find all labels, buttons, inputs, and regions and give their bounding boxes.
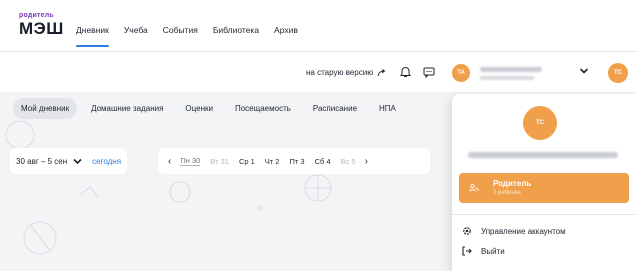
- nav-item-study[interactable]: Учеба: [124, 25, 148, 35]
- logout-label: Выйти: [481, 246, 505, 256]
- day-wednesday[interactable]: Ср 1: [239, 157, 255, 166]
- date-range-panel: 30 авг – 5 сен сегодня: [10, 148, 128, 174]
- manage-account-label: Управление аккаунтом: [481, 226, 566, 236]
- notifications-bell-icon[interactable]: [398, 65, 412, 79]
- date-range-select[interactable]: 30 авг – 5 сен: [16, 157, 82, 166]
- tab-npa[interactable]: НПА: [371, 98, 404, 119]
- nav-item-archive[interactable]: Архив: [274, 25, 298, 35]
- tab-schedule[interactable]: Расписание: [305, 98, 365, 119]
- main-nav: Дневник Учеба События Библиотека Архив: [76, 25, 313, 47]
- users-icon: [469, 183, 479, 192]
- day-friday[interactable]: Пт 3: [289, 157, 304, 166]
- day-thursday[interactable]: Чт 2: [265, 157, 280, 166]
- nav-item-events[interactable]: События: [163, 25, 198, 35]
- tab-homework[interactable]: Домашние задания: [83, 98, 171, 119]
- day-monday[interactable]: Пн 30: [180, 156, 201, 166]
- previous-week-arrow-icon[interactable]: ‹: [168, 156, 171, 167]
- gear-icon: [462, 226, 472, 236]
- week-day-selector: ‹ Пн 30 Вт 31 Ср 1 Чт 2 Пт 3 Сб 4 Вс 5 ›: [158, 148, 430, 174]
- logout-icon: [462, 246, 472, 256]
- user-name-blurred: [480, 66, 542, 80]
- diary-tabs: Мой дневник Домашние задания Оценки Посе…: [13, 98, 410, 119]
- user-avatar: ТА: [452, 64, 470, 82]
- profile-dropdown-menu: ТС Родитель 2 ребенка Управление аккаунт…: [452, 94, 636, 271]
- messages-chat-icon[interactable]: [422, 65, 436, 79]
- dropdown-divider: [452, 214, 636, 215]
- page: родитель МЭШ Дневник Учеба События Библи…: [0, 0, 636, 271]
- old-version-label: на старую версию: [306, 68, 374, 77]
- today-link[interactable]: сегодня: [92, 157, 121, 166]
- arrow-redirect-icon: [377, 68, 386, 76]
- dropdown-avatar: ТС: [523, 106, 557, 140]
- user-profile-switcher[interactable]: ТА: [452, 58, 598, 88]
- nav-item-diary[interactable]: Дневник: [76, 25, 109, 47]
- secondary-profile-avatar[interactable]: ТС: [608, 63, 628, 83]
- chevron-down-icon: [73, 158, 82, 164]
- date-range-label: 30 авг – 5 сен: [16, 156, 68, 166]
- role-title: Родитель: [493, 179, 532, 188]
- dropdown-user-name-blurred: [468, 152, 618, 158]
- top-navigation-bar: родитель МЭШ Дневник Учеба События Библи…: [0, 0, 636, 52]
- day-tuesday[interactable]: Вт 31: [210, 157, 229, 166]
- day-saturday[interactable]: Сб 4: [315, 157, 331, 166]
- old-version-link[interactable]: на старую версию: [306, 68, 386, 77]
- mesh-logo[interactable]: родитель МЭШ: [19, 12, 64, 37]
- day-sunday[interactable]: Вс 5: [341, 157, 356, 166]
- chevron-down-icon: [579, 68, 589, 74]
- role-subtitle: 2 ребенка: [493, 190, 521, 196]
- tab-grades[interactable]: Оценки: [177, 98, 221, 119]
- logo-title-text: МЭШ: [19, 19, 64, 38]
- tab-attendance[interactable]: Посещаемость: [227, 98, 299, 119]
- manage-account-item[interactable]: Управление аккаунтом: [452, 222, 636, 240]
- nav-item-library[interactable]: Библиотека: [213, 25, 259, 35]
- header-toolbar: на старую версию ТА: [0, 52, 636, 92]
- role-card-parent[interactable]: Родитель 2 ребенка: [459, 173, 629, 203]
- tab-my-diary[interactable]: Мой дневник: [13, 98, 78, 119]
- logout-item[interactable]: Выйти: [452, 242, 636, 260]
- next-week-arrow-icon[interactable]: ›: [365, 156, 368, 167]
